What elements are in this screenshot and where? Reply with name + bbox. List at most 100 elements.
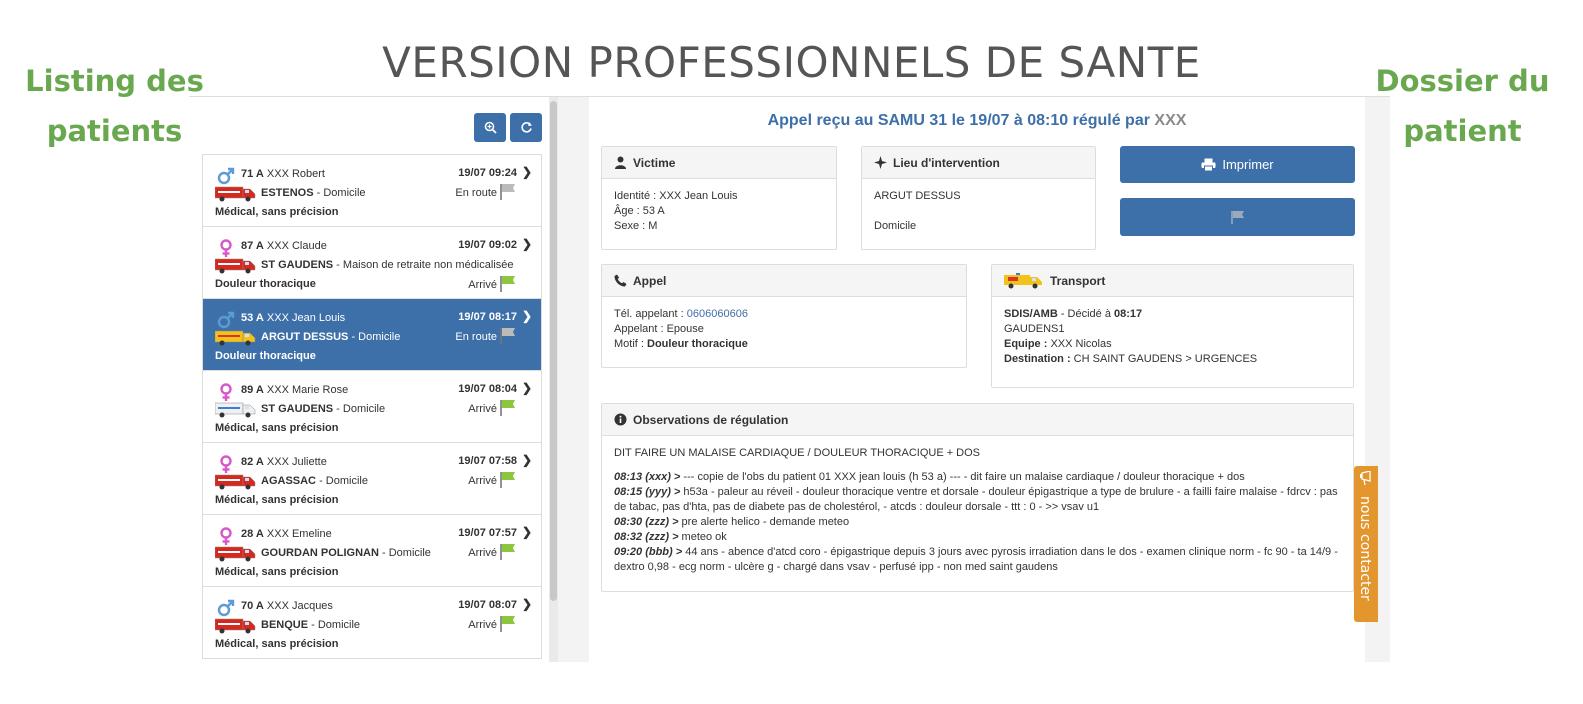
female-icon [220, 383, 232, 401]
patient-location: ST GAUDENS - Maison de retraite non médi… [261, 259, 514, 271]
call-reason-row: Motif : Douleur thoracique [614, 337, 954, 352]
left-caption-line-2: patients [46, 114, 183, 148]
patient-place: - Domicile [308, 619, 361, 631]
patient-reason: Médical, sans précision [215, 638, 339, 650]
zoom-button[interactable] [474, 113, 506, 142]
chevron-right-icon[interactable]: ❯ [522, 525, 532, 539]
patient-place: - Domicile [348, 331, 401, 343]
male-icon [217, 599, 235, 617]
patient-name: XXX Jean Louis [266, 312, 346, 324]
chevron-right-icon[interactable]: ❯ [522, 309, 532, 323]
victim-sex: Sexe : M [614, 220, 658, 232]
patient-place: - Domicile [378, 547, 431, 559]
green-flag-icon [500, 616, 515, 632]
transport-decided-time: 08:17 [1114, 308, 1143, 320]
observations-card-header: Observations de régulation [602, 404, 1353, 436]
ambulance-red-icon [215, 258, 256, 274]
right-caption-line-1: Dossier du [1375, 64, 1550, 98]
patient-city: ESTENOS [261, 187, 314, 199]
contact-us-tab[interactable]: nous contacter [1354, 466, 1378, 622]
right-caption: Dossier du patient [1370, 56, 1555, 156]
ambulance-red-icon [215, 618, 256, 634]
patient-status: En route [455, 331, 497, 343]
patient-time: 19/07 09:02 [458, 239, 517, 251]
ambulance-red-icon [215, 546, 256, 562]
patient-status: Arrivé [468, 619, 497, 631]
observations-card-body: DIT FAIRE UN MALAISE CARDIAQUE / DOULEUR… [602, 436, 1353, 585]
listing-scroll-thumb[interactable] [550, 101, 557, 601]
female-icon [220, 239, 232, 257]
patient-identity: 87 A XXX Claude [241, 240, 327, 252]
patient-identity: 53 A XXX Jean Louis [241, 312, 345, 324]
location-card: Lieu d'intervention ARGUT DESSUS Domicil… [861, 146, 1096, 250]
transport-unit: GAUDENS1 [1004, 323, 1065, 335]
observations-entries: 08:13 (xxx) > --- copie de l'obs du pati… [614, 470, 1341, 575]
patient-row[interactable]: 89 A XXX Marie Rose 19/07 08:04 ❯ ST GAUDEN… [203, 371, 541, 443]
flag-icon [1230, 211, 1244, 224]
location-card-body: ARGUT DESSUS Domicile [862, 179, 1095, 244]
ambulance-yellow-icon [215, 330, 256, 346]
search-plus-icon [484, 121, 497, 134]
patient-row[interactable]: 28 A XXX Emeline 19/07 07:57 ❯ GOURDAN POLI… [203, 515, 541, 587]
chevron-right-icon[interactable]: ❯ [522, 453, 532, 467]
print-button[interactable]: Imprimer [1120, 146, 1355, 183]
refresh-button[interactable] [510, 113, 542, 142]
male-icon [217, 167, 235, 185]
observations-card-title: Observations de régulation [633, 412, 789, 427]
caller-phone-link[interactable]: 0606060606 [687, 308, 748, 320]
main-title: VERSION PROFESSIONNELS DE SANTE [382, 38, 1201, 87]
gray-flag-icon [500, 328, 515, 344]
transport-card-body: SDIS/AMB - Décidé à 08:17 GAUDENS1 Equip… [992, 297, 1353, 377]
patient-location: ST GAUDENS - Domicile [261, 403, 385, 415]
chevron-right-icon[interactable]: ❯ [522, 237, 532, 251]
patient-reason: Médical, sans précision [215, 566, 339, 578]
chevron-right-icon[interactable]: ❯ [522, 165, 532, 179]
patient-location: GOURDAN POLIGNAN - Domicile [261, 547, 431, 559]
patient-time: 19/07 07:57 [458, 527, 517, 539]
patient-place: - Domicile [333, 403, 386, 415]
patient-row[interactable]: 87 A XXX Claude 19/07 09:02 ❯ ST GAUDENS - … [203, 227, 541, 299]
transport-card: Transport SDIS/AMB - Décidé à 08:17 GAUD… [991, 264, 1354, 388]
patient-row[interactable]: 70 A XXX Jacques 19/07 08:07 ❯ BENQUE - Dom… [203, 587, 541, 659]
chevron-right-icon[interactable]: ❯ [522, 597, 532, 611]
chevron-right-icon[interactable]: ❯ [522, 381, 532, 395]
patient-name: XXX Jacques [266, 600, 333, 612]
caller-phone-label: Tél. appelant : [614, 308, 687, 320]
location-place: ARGUT DESSUS [874, 190, 961, 202]
patient-age: 53 A [241, 312, 264, 324]
victim-card-body: Identité : XXX Jean Louis Âge : 53 A Sex… [602, 179, 836, 244]
patient-row[interactable]: 71 A XXX Robert 19/07 09:24 ❯ ESTENOS - Dom… [203, 155, 541, 227]
patient-reason: Douleur thoracique [215, 278, 316, 290]
phone-icon [614, 274, 627, 287]
call-card-header: Appel [602, 265, 966, 297]
gray-flag-icon [500, 184, 515, 200]
patient-time: 19/07 08:17 [458, 311, 517, 323]
patient-reason: Médical, sans précision [215, 206, 339, 218]
patient-row[interactable]: 82 A XXX Juliette 19/07 07:58 ❯ AGASSAC - D… [203, 443, 541, 515]
patient-identity: 28 A XXX Emeline [241, 528, 332, 540]
patient-name: XXX Marie Rose [266, 384, 349, 396]
observation-text: h53a - paleur au réveil - douleur thorac… [614, 486, 1338, 513]
location-card-title: Lieu d'intervention [893, 155, 1000, 170]
transport-decided-label: - Décidé à [1057, 308, 1115, 320]
patient-age: 87 A [241, 240, 264, 252]
call-reason-value: Douleur thoracique [647, 338, 748, 350]
user-icon [615, 156, 626, 169]
transport-decision-row: SDIS/AMB - Décidé à 08:17 [1004, 307, 1341, 322]
refresh-icon [520, 122, 532, 133]
green-flag-icon [500, 276, 515, 292]
flag-button[interactable] [1120, 198, 1355, 236]
patient-identity: 70 A XXX Jacques [241, 600, 333, 612]
listing-scrollbar[interactable] [549, 97, 558, 662]
dossier-header: Appel reçu au SAMU 31 le 19/07 à 08:10 r… [589, 112, 1365, 130]
patient-row-selected[interactable]: 53 A XXX Jean Louis 19/07 08:17 ❯ ARGUT DES… [203, 299, 541, 371]
patient-status: Arrivé [468, 547, 497, 559]
patient-status: Arrivé [468, 475, 497, 487]
patient-identity: 71 A XXX Robert [241, 168, 325, 180]
call-card: Appel Tél. appelant : 0606060606 Appelan… [601, 264, 967, 368]
patient-place: - Domicile [313, 187, 366, 199]
observation-time: 09:20 (bbb) > [614, 546, 683, 558]
patient-time: 19/07 09:24 [458, 167, 517, 179]
app-frame: 71 A XXX Robert 19/07 09:24 ❯ ESTENOS - Dom… [189, 96, 1390, 662]
patient-location: ARGUT DESSUS - Domicile [261, 331, 400, 343]
